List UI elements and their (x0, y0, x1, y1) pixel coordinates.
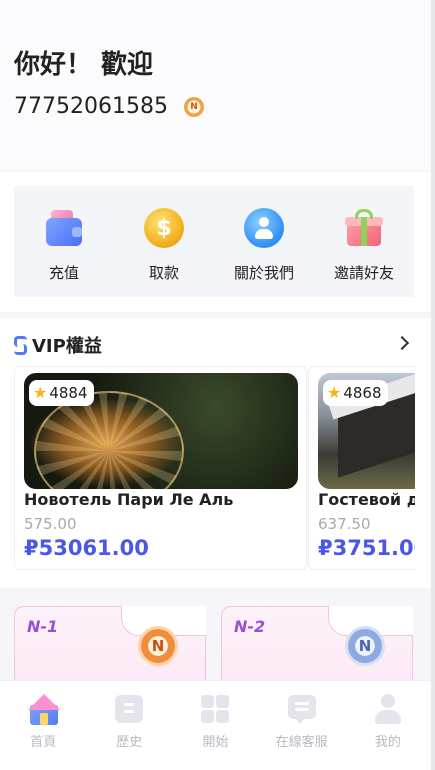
welcome-header: 你好！ 歡迎 77752061585 N (0, 0, 431, 170)
rating-value: 4884 (49, 384, 88, 402)
level-name: N-2 (234, 617, 266, 636)
user-row: 77752061585 N (14, 94, 204, 119)
hotel-price-small: 637.50 (318, 515, 371, 533)
home-icon (27, 693, 61, 725)
coin-icon: $ (144, 208, 184, 248)
hotel-image: ★ 4868 (318, 373, 415, 489)
wallet-icon (44, 208, 84, 248)
recharge-label: 充值 (48, 264, 79, 282)
rating-chip: ★ 4884 (29, 380, 94, 406)
vip-title: VIP權益 (32, 336, 102, 357)
recharge-button[interactable]: 充值 (19, 208, 109, 297)
nav-item-support[interactable]: 在線客服 (259, 693, 345, 770)
hotel-card[interactable]: ★ 4868 Гостевой дом 637.50 ₽3751.00 (308, 366, 415, 570)
vip-logo-icon (14, 336, 27, 355)
withdraw-button[interactable]: $ 取款 (119, 208, 209, 297)
invite-friends-label: 邀請好友 (333, 264, 394, 282)
nav-item-home[interactable]: 首頁 (0, 693, 86, 770)
quick-actions-panel: 充值 $ 取款 關於我們 邀請好友 (0, 172, 431, 312)
chevron-right-icon[interactable] (394, 335, 410, 351)
medal-letter: N (358, 637, 372, 655)
grid-icon (199, 693, 231, 725)
rating-value: 4868 (343, 384, 382, 402)
quick-actions-row: 充值 $ 取款 關於我們 邀請好友 (14, 186, 414, 297)
star-icon: ★ (327, 383, 342, 402)
hotel-name: Новотель Пари Ле Аль (24, 490, 234, 509)
bottom-nav: 首頁 歷史 開始 在線客服 我的 (0, 680, 431, 770)
nav-label-home: 首頁 (30, 735, 57, 750)
vip-section: VIP權益 ★ 4884 Новотель Пари Ле Аль 575.00… (0, 318, 431, 588)
nav-label-support: 在線客服 (275, 735, 328, 750)
medal-icon: N (348, 629, 382, 663)
nav-label-profile: 我的 (374, 735, 401, 750)
scrollbar[interactable] (431, 0, 435, 770)
hotel-image: ★ 4884 (24, 373, 298, 489)
nav-item-start[interactable]: 開始 (172, 693, 258, 770)
level-cards-row: N-1 N N-2 N (0, 596, 431, 696)
nav-item-profile[interactable]: 我的 (345, 693, 431, 770)
star-icon: ★ (33, 383, 48, 402)
hotel-name: Гостевой дом (318, 490, 415, 509)
invite-friends-button[interactable]: 邀請好友 (319, 208, 409, 297)
medal-letter: N (151, 637, 165, 655)
user-id: 77752061585 (14, 94, 168, 119)
withdraw-label: 取款 (148, 264, 179, 282)
vip-cards-carousel[interactable]: ★ 4884 Новотель Пари Ле Аль 575.00 ₽5306… (14, 366, 415, 572)
gift-icon (344, 208, 384, 248)
hotel-price-small: 575.00 (24, 515, 77, 533)
greeting-title: 你好！ 歡迎 (14, 50, 154, 80)
level-badge-letter: N (190, 101, 198, 112)
history-icon (113, 693, 145, 725)
hotel-price-big: ₽53061.00 (24, 536, 149, 560)
medal-icon: N (141, 629, 175, 663)
rating-chip: ★ 4868 (323, 380, 388, 406)
user-circle-icon (244, 208, 284, 248)
vip-header: VIP權益 (14, 332, 102, 358)
level-name: N-1 (27, 617, 59, 636)
nav-label-history: 歷史 (116, 735, 143, 750)
hotel-price-big: ₽3751.00 (318, 536, 415, 560)
about-us-label: 關於我們 (233, 264, 294, 282)
nav-label-start: 開始 (202, 735, 229, 750)
profile-icon (372, 693, 404, 725)
nav-item-history[interactable]: 歷史 (86, 693, 172, 770)
level-badge-icon: N (183, 96, 204, 117)
chat-icon (286, 693, 318, 725)
about-us-button[interactable]: 關於我們 (219, 208, 309, 297)
hotel-card[interactable]: ★ 4884 Новотель Пари Ле Аль 575.00 ₽5306… (14, 366, 307, 570)
